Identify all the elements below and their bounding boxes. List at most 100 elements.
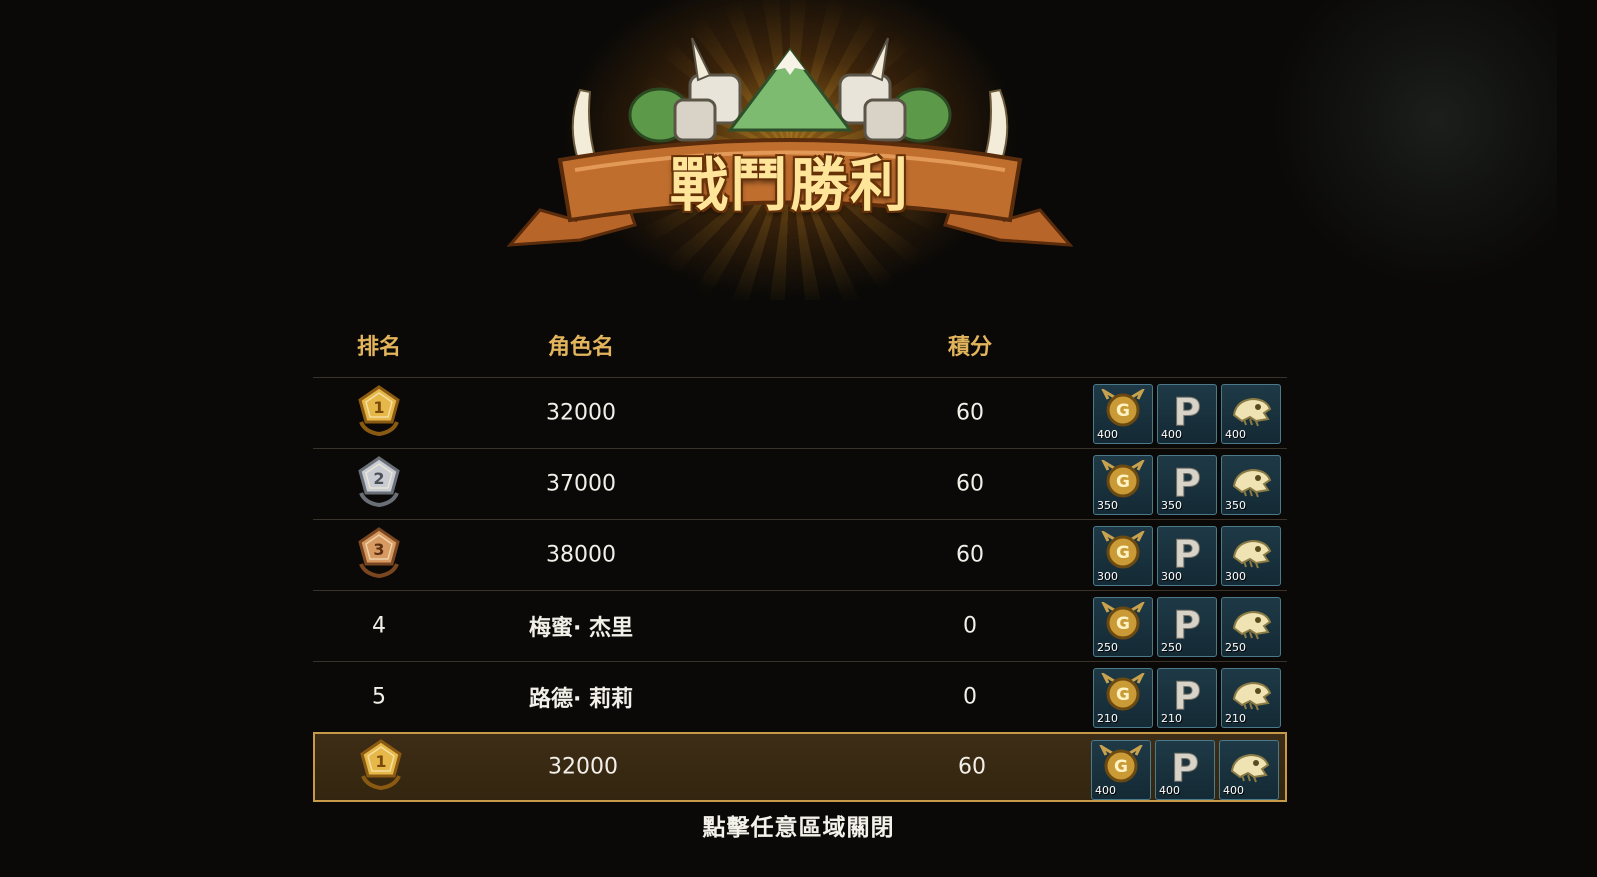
rank-number: 1 — [375, 752, 386, 771]
reward-slot[interactable]: 210 — [1221, 668, 1281, 728]
player-name: 梅蜜· 杰里 — [528, 616, 634, 641]
reward-slot[interactable]: 400 — [1219, 740, 1279, 800]
gold-coin-icon: G — [1101, 673, 1145, 711]
background-scenery — [1257, 0, 1557, 300]
reward-slot[interactable]: G 350 — [1093, 455, 1153, 515]
player-name: 37000 — [546, 471, 616, 497]
svg-text:G: G — [1116, 472, 1130, 492]
header-score: 積分 — [947, 335, 993, 360]
p-point-icon: P — [1171, 746, 1200, 788]
reward-amount: 250 — [1097, 641, 1118, 654]
reward-slot[interactable]: P 210 — [1157, 668, 1217, 728]
svg-text:G: G — [1116, 401, 1130, 421]
reward-amount: 400 — [1225, 428, 1246, 441]
svg-text:P: P — [1171, 746, 1199, 787]
reward-amount: 300 — [1097, 570, 1118, 583]
reward-slot[interactable]: P 300 — [1157, 526, 1217, 586]
reward-slot[interactable]: G 400 — [1091, 740, 1151, 800]
reward-slot[interactable]: 400 — [1221, 384, 1281, 444]
player-score: 60 — [958, 754, 986, 780]
reward-amount: 250 — [1225, 641, 1246, 654]
reward-slot[interactable]: G 210 — [1093, 668, 1153, 728]
reward-list: G 400 P 400 400 — [1091, 740, 1279, 800]
reward-slot[interactable]: P 250 — [1157, 597, 1217, 657]
banner-title: 戰鬥勝利 — [669, 151, 910, 219]
player-score: 0 — [963, 684, 977, 710]
table-row: 3 38000 60 G 300 P 300 300 — [313, 519, 1287, 590]
reward-amount: 400 — [1159, 784, 1180, 797]
svg-text:G: G — [1116, 685, 1130, 705]
reward-amount: 400 — [1223, 784, 1244, 797]
fossil-skull-icon — [1232, 468, 1272, 498]
p-point-icon: P — [1173, 603, 1202, 645]
fossil-skull-icon — [1232, 681, 1272, 711]
reward-slot[interactable]: 300 — [1221, 526, 1281, 586]
rank-medal-icon: 2 — [355, 455, 403, 513]
table-row: 2 37000 60 G 350 P 350 350 — [313, 448, 1287, 519]
reward-slot[interactable]: G 250 — [1093, 597, 1153, 657]
reward-amount: 250 — [1161, 641, 1182, 654]
fossil-skull-icon — [1230, 753, 1270, 783]
ranking-table: 排名 角色名 積分 1 32000 60 G 400 P 400 400 2 37000 60 G 35… — [313, 307, 1287, 802]
reward-list: G 300 P 300 300 — [1093, 526, 1281, 586]
rank-number: 3 — [373, 540, 384, 559]
my-rank-row: 1 32000 60 G 400 P 400 400 — [313, 732, 1287, 802]
reward-slot[interactable]: 250 — [1221, 597, 1281, 657]
player-name: 38000 — [546, 542, 616, 568]
reward-list: G 250 P 250 250 — [1093, 597, 1281, 657]
p-point-icon: P — [1173, 532, 1202, 574]
rank-medal-icon: 1 — [355, 384, 403, 442]
player-score: 0 — [963, 613, 977, 639]
player-name: 路德· 莉莉 — [528, 687, 634, 712]
close-hint[interactable]: 點擊任意區域關閉 — [0, 808, 1597, 842]
p-point-icon: P — [1173, 674, 1202, 716]
reward-slot[interactable]: P 350 — [1157, 455, 1217, 515]
gold-coin-icon: G — [1099, 745, 1143, 783]
rank-number: 2 — [373, 469, 384, 488]
reward-amount: 300 — [1161, 570, 1182, 583]
player-name: 32000 — [546, 400, 616, 426]
reward-amount: 210 — [1225, 712, 1246, 725]
svg-text:P: P — [1173, 674, 1201, 715]
reward-amount: 210 — [1097, 712, 1118, 725]
player-name: 32000 — [548, 754, 618, 780]
reward-slot[interactable]: P 400 — [1155, 740, 1215, 800]
p-point-icon: P — [1173, 461, 1202, 503]
reward-amount: 400 — [1161, 428, 1182, 441]
victory-banner: 戰鬥勝利 — [500, 20, 1080, 270]
player-score: 60 — [956, 400, 984, 426]
svg-text:G: G — [1116, 543, 1130, 563]
svg-text:P: P — [1173, 390, 1201, 431]
svg-text:G: G — [1114, 757, 1128, 777]
reward-slot[interactable]: G 300 — [1093, 526, 1153, 586]
reward-amount: 350 — [1225, 499, 1246, 512]
fossil-skull-icon — [1232, 539, 1272, 569]
table-header: 排名 角色名 積分 — [313, 307, 1287, 377]
reward-slot[interactable]: P 400 — [1157, 384, 1217, 444]
player-score: 60 — [956, 542, 984, 568]
reward-amount: 350 — [1161, 499, 1182, 512]
rank-number: 4 — [372, 613, 386, 639]
rank-medal-icon: 1 — [357, 738, 405, 796]
table-row: 4 梅蜜· 杰里 0 G 250 P 250 250 — [313, 590, 1287, 661]
p-point-icon: P — [1173, 390, 1202, 432]
gold-coin-icon: G — [1101, 460, 1145, 498]
rank-number: 5 — [372, 684, 386, 710]
svg-text:P: P — [1173, 603, 1201, 644]
reward-amount: 210 — [1161, 712, 1182, 725]
player-score: 60 — [956, 471, 984, 497]
table-body: 1 32000 60 G 400 P 400 400 2 37000 60 G 350 P 350 350 3 3… — [313, 377, 1287, 802]
reward-slot[interactable]: 350 — [1221, 455, 1281, 515]
fossil-skull-icon — [1232, 610, 1272, 640]
rank-number: 1 — [373, 398, 384, 417]
reward-amount: 350 — [1097, 499, 1118, 512]
table-row: 1 32000 60 G 400 P 400 400 — [313, 377, 1287, 448]
rank-medal-icon: 3 — [355, 526, 403, 584]
gold-coin-icon: G — [1101, 389, 1145, 427]
svg-text:G: G — [1116, 614, 1130, 634]
reward-list: G 210 P 210 210 — [1093, 668, 1281, 728]
reward-amount: 300 — [1225, 570, 1246, 583]
svg-text:P: P — [1173, 461, 1201, 502]
reward-slot[interactable]: G 400 — [1093, 384, 1153, 444]
header-name: 角色名 — [547, 335, 615, 360]
